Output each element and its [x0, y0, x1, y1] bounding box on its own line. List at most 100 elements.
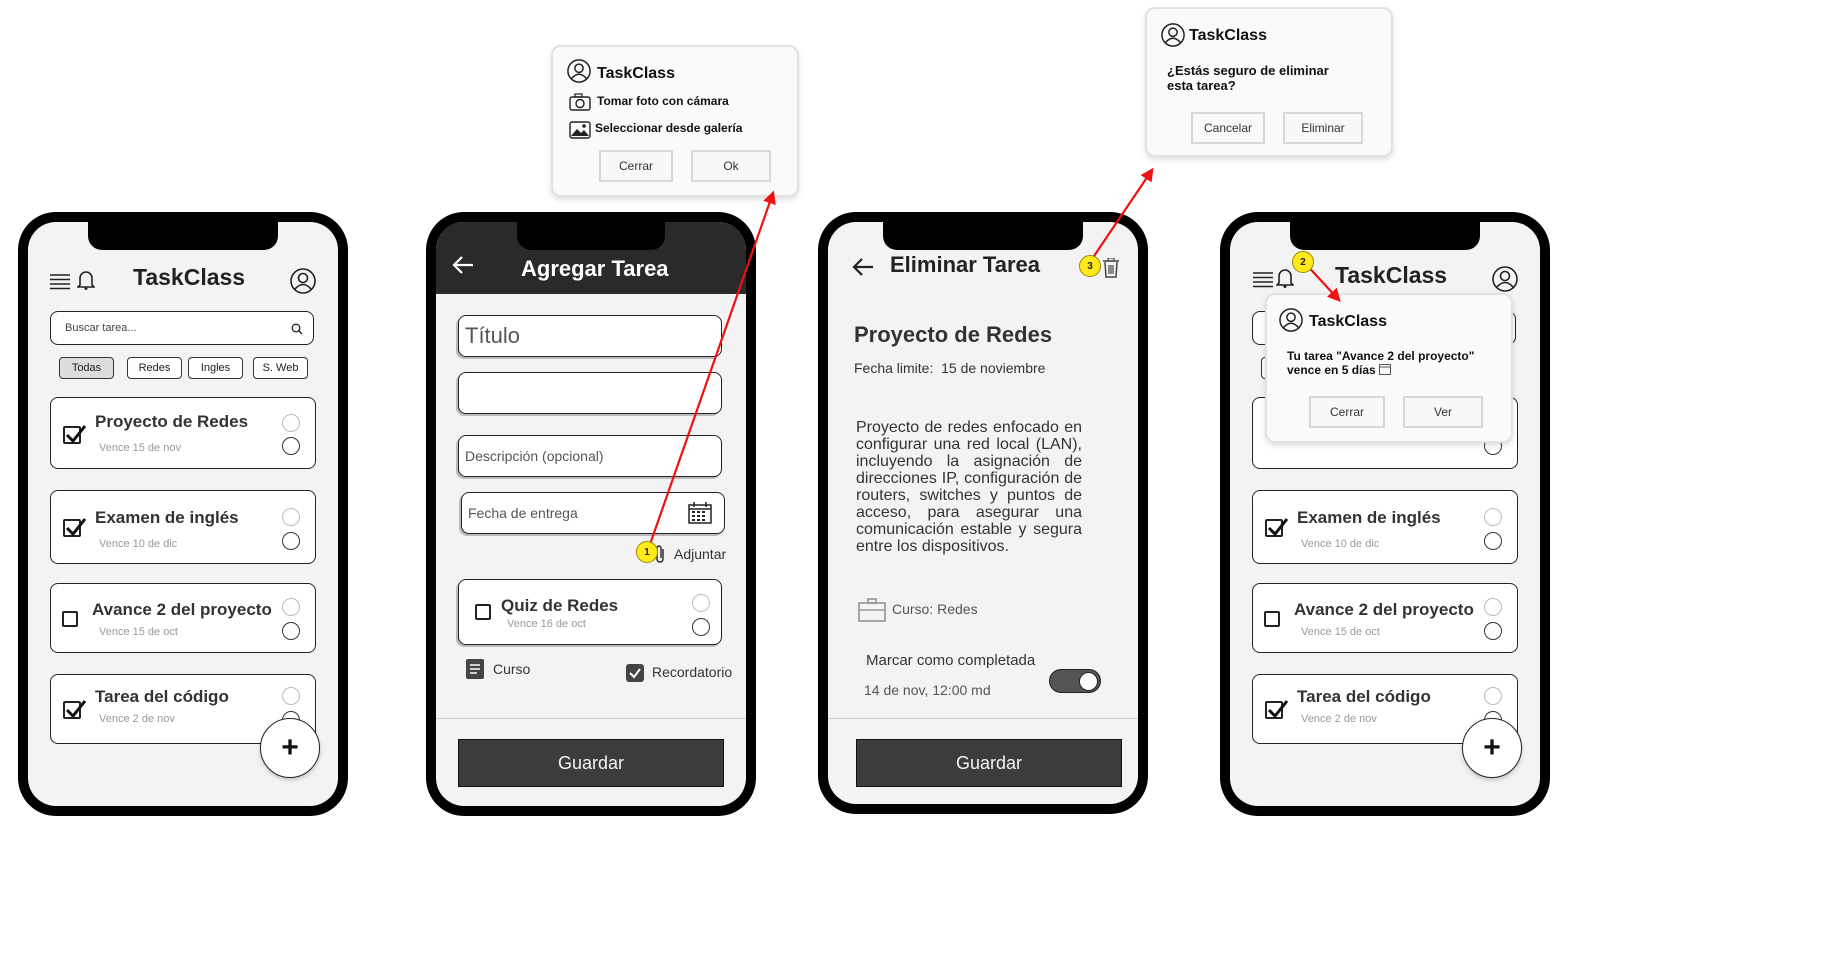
trash-icon[interactable] — [1102, 257, 1120, 283]
task-checkbox-unchecked[interactable] — [475, 604, 491, 620]
task-card[interactable]: Examen de inglés Vence 10 de dic — [50, 490, 316, 564]
text-input[interactable] — [458, 372, 722, 414]
notification-dialog: TaskClass Tu tarea "Avance 2 del proyect… — [1265, 293, 1513, 443]
description-input[interactable]: Descripción (opcional) — [458, 435, 722, 477]
task-checkbox-checked[interactable] — [1265, 518, 1289, 537]
option-gallery[interactable]: Seleccionar desde galería — [595, 121, 742, 135]
briefcase-icon — [858, 598, 886, 627]
search-icon[interactable] — [291, 323, 303, 338]
task-card[interactable]: Avance 2 del proyecto Vence 15 de oct — [50, 583, 316, 653]
phone-delete-task: Eliminar Tarea Proyecto de Redes Fecha l… — [818, 212, 1148, 814]
reminder-checkbox[interactable] — [626, 664, 644, 687]
complete-toggle[interactable] — [1049, 669, 1101, 693]
ok-button[interactable]: Ok — [691, 150, 771, 182]
course-label[interactable]: Curso — [493, 661, 530, 677]
marker-3: 3 — [1079, 255, 1101, 277]
delete-confirm-dialog: TaskClass ¿Estás seguro de eliminar esta… — [1145, 7, 1393, 157]
task-due: Vence 10 de dic — [1301, 538, 1380, 550]
priority-radio[interactable] — [282, 622, 300, 640]
due-date-input[interactable]: Fecha de entrega — [461, 492, 725, 534]
task-card[interactable]: Proyecto de Redes Vence 15 de nov — [50, 397, 316, 469]
task-checkbox-checked[interactable] — [63, 700, 87, 719]
menu-icon[interactable] — [50, 274, 70, 295]
title-input[interactable]: Título — [458, 315, 722, 357]
mark-complete-label: Marcar como completada — [866, 652, 1036, 669]
app-title: TaskClass — [1335, 262, 1448, 288]
task-deadline: Fecha limite: 15 de noviembre — [854, 360, 1046, 376]
dialog-title: TaskClass — [597, 65, 675, 82]
save-button[interactable]: Guardar — [458, 739, 724, 787]
search-placeholder: Buscar tarea... — [65, 322, 137, 334]
task-title: Tarea del código — [1297, 687, 1431, 706]
view-button[interactable]: Ver — [1403, 396, 1483, 428]
task-checkbox-checked[interactable] — [63, 518, 87, 537]
task-card[interactable]: Avance 2 del proyecto Vence 15 de oct — [1252, 583, 1518, 653]
save-button[interactable]: Guardar — [856, 739, 1122, 787]
task-checkbox-checked[interactable] — [63, 425, 87, 444]
delete-button[interactable]: Eliminar — [1283, 112, 1363, 144]
profile-icon[interactable] — [290, 268, 316, 299]
priority-radio[interactable] — [1484, 508, 1502, 526]
task-due: Vence 2 de nov — [99, 713, 175, 725]
filter-chip-redes[interactable]: Redes — [127, 357, 182, 379]
phone-notch — [1290, 222, 1480, 250]
priority-radio[interactable] — [282, 508, 300, 526]
marker-1: 1 — [636, 541, 658, 563]
calendar-icon — [1379, 363, 1392, 378]
calendar-icon[interactable] — [688, 502, 712, 527]
profile-icon — [567, 59, 591, 88]
option-camera[interactable]: Tomar foto con cámara — [597, 94, 729, 108]
task-checkbox-unchecked[interactable] — [62, 611, 78, 627]
task-due: Vence 16 de oct — [507, 618, 586, 630]
phone-notch — [883, 222, 1083, 250]
task-description: Proyecto de redes enfocado en configurar… — [856, 419, 1082, 555]
title-placeholder: Título — [465, 323, 521, 348]
priority-radio[interactable] — [692, 594, 710, 612]
priority-radio[interactable] — [1484, 687, 1502, 705]
task-due: Vence 2 de nov — [1301, 713, 1377, 725]
task-card[interactable]: Quiz de Redes Vence 16 de oct — [458, 579, 722, 645]
cancel-button[interactable]: Cancelar — [1191, 112, 1265, 144]
filter-chip-sweb[interactable]: S. Web — [253, 357, 308, 379]
filter-chip-todas[interactable]: Todas — [59, 357, 114, 379]
gallery-icon[interactable] — [569, 121, 591, 144]
task-due: Vence 15 de oct — [99, 626, 178, 638]
phone-task-list: TaskClass Buscar tarea... Todas Redes In… — [18, 212, 348, 816]
close-button[interactable]: Cerrar — [599, 150, 673, 182]
priority-radio[interactable] — [1484, 622, 1502, 640]
priority-radio[interactable] — [282, 437, 300, 455]
task-due: Vence 15 de nov — [99, 442, 181, 454]
dialog-message: Tu tarea "Avance 2 del proyecto" vence e… — [1287, 349, 1497, 378]
reminder-label: Recordatorio — [652, 664, 733, 680]
search-input[interactable]: Buscar tarea... — [50, 311, 314, 345]
add-task-fab[interactable]: + — [260, 718, 320, 778]
menu-icon[interactable] — [1253, 272, 1273, 293]
task-checkbox-checked[interactable] — [1265, 700, 1289, 719]
priority-radio[interactable] — [692, 618, 710, 636]
filter-chip-ingles[interactable]: Ingles — [188, 357, 243, 379]
add-task-fab[interactable]: + — [1462, 718, 1522, 778]
bell-icon[interactable] — [76, 270, 96, 295]
priority-radio[interactable] — [282, 687, 300, 705]
bell-icon[interactable] — [1275, 268, 1295, 293]
priority-radio[interactable] — [282, 414, 300, 432]
task-title: Avance 2 del proyecto — [92, 600, 272, 619]
divider — [828, 718, 1138, 719]
priority-radio[interactable] — [282, 598, 300, 616]
screen-delete-task: Eliminar Tarea Proyecto de Redes Fecha l… — [828, 222, 1138, 804]
priority-radio[interactable] — [1484, 598, 1502, 616]
back-arrow-icon[interactable] — [852, 258, 874, 281]
close-button[interactable]: Cerrar — [1309, 396, 1385, 428]
task-checkbox-unchecked[interactable] — [1264, 611, 1280, 627]
marker-2: 2 — [1292, 251, 1314, 273]
phone-notch — [88, 222, 278, 250]
back-arrow-icon[interactable] — [452, 256, 474, 279]
priority-radio[interactable] — [1484, 532, 1502, 550]
task-card[interactable]: Examen de inglés Vence 10 de dic — [1252, 490, 1518, 564]
phone-add-task: Agregar Tarea Título Descripción (opcion… — [426, 212, 756, 816]
attach-link[interactable]: Adjuntar — [674, 546, 726, 562]
dialog-message: ¿Estás seguro de eliminar esta tarea? — [1167, 63, 1329, 93]
priority-radio[interactable] — [282, 532, 300, 550]
camera-icon[interactable] — [569, 93, 591, 116]
completed-date: 14 de nov, 12:00 md — [864, 682, 991, 698]
